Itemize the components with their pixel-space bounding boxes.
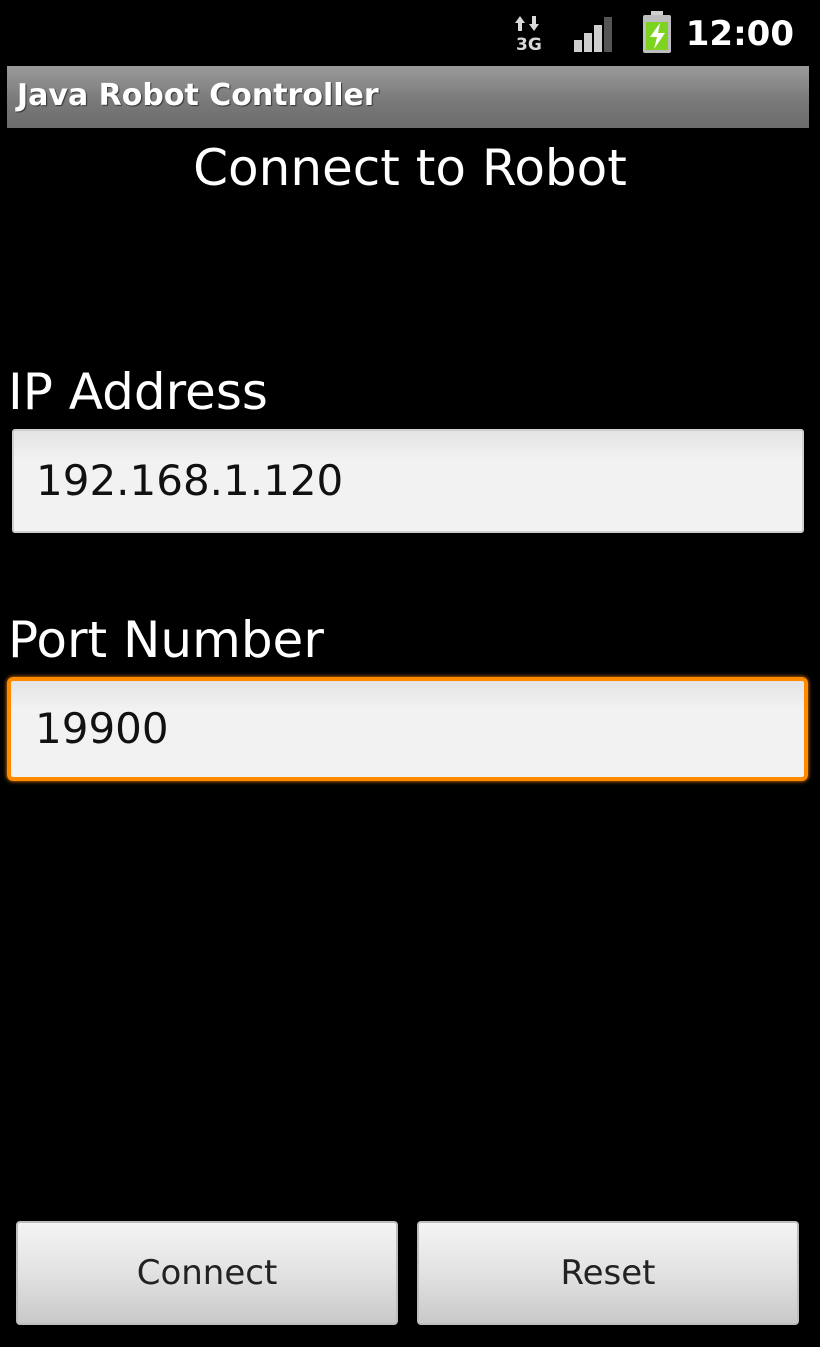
ip-address-label: IP Address: [8, 363, 268, 421]
status-clock: 12:00: [685, 14, 794, 54]
battery-charging-icon: [643, 11, 671, 53]
ip-address-value: 192.168.1.120: [36, 456, 344, 505]
data-transfer-3g-icon: 3G: [515, 16, 542, 52]
page-heading: Connect to Robot: [193, 139, 627, 197]
signal-strength-icon: [574, 17, 612, 52]
status-bar: 3G 12:00: [0, 0, 820, 64]
app-title-bar: Java Robot Controller: [7, 66, 809, 128]
connect-button[interactable]: Connect: [16, 1221, 398, 1325]
reset-button[interactable]: Reset: [417, 1221, 799, 1325]
port-number-label: Port Number: [8, 611, 324, 669]
port-number-value: 19900: [35, 704, 169, 753]
network-type-label: 3G: [516, 35, 542, 52]
port-number-input[interactable]: 19900: [7, 677, 808, 781]
ip-address-input[interactable]: 192.168.1.120: [12, 429, 804, 533]
app-title: Java Robot Controller: [17, 78, 379, 113]
